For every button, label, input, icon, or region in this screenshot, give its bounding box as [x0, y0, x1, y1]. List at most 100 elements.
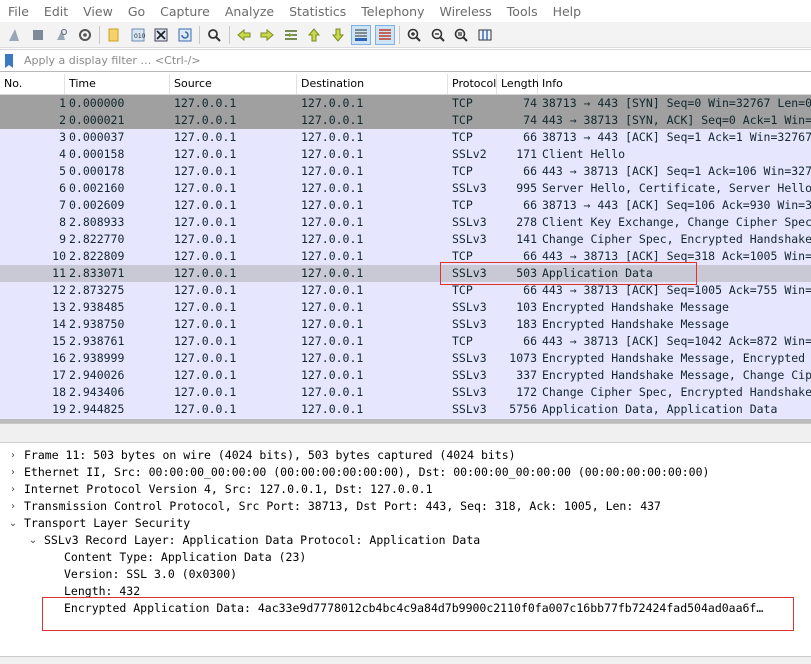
packet-no-cell: 13 [52, 300, 66, 314]
menu-telephony[interactable]: Telephony [353, 4, 431, 19]
detail-row[interactable]: › Internet Protocol Version 4, Src: 127.0… [0, 481, 811, 498]
packet-row[interactable]: 8 2.808933 127.0.0.1 127.0.0.1 SSLv3 278 Clien… [0, 214, 811, 231]
packet-time-cell: 2.938485 [69, 300, 125, 314]
colorize-icon[interactable] [374, 24, 395, 45]
packet-row[interactable]: 9 2.822770 127.0.0.1 127.0.0.1 SSLv3 141 Chang… [0, 231, 811, 248]
go-forward-icon[interactable] [257, 25, 277, 45]
chevron-right-icon[interactable]: › [8, 481, 18, 498]
packet-dst-cell: 127.0.0.1 [301, 334, 364, 348]
detail-row[interactable]: ⌄ Transport Layer Security [0, 515, 811, 532]
find-packet-icon[interactable] [204, 25, 224, 45]
column-header-protocol[interactable]: Protocol [448, 74, 497, 94]
packet-len-cell: 183 [516, 317, 537, 331]
save-file-icon[interactable]: 0101 [128, 25, 148, 45]
menu-analyze[interactable]: Analyze [217, 4, 281, 19]
detail-row[interactable]: Version: SSL 3.0 (0x0300) [0, 566, 811, 583]
column-header-destination[interactable]: Destination [297, 74, 448, 94]
packet-proto-cell: TCP [452, 334, 473, 348]
detail-text: SSLv3 Record Layer: Application Data Pro… [44, 533, 481, 547]
detail-row[interactable]: Encrypted Application Data: 4ac33e9d7778… [0, 600, 811, 617]
packet-row[interactable]: 2 0.000021 127.0.0.1 127.0.0.1 TCP 74 443 → 38… [0, 112, 811, 129]
close-file-icon[interactable] [151, 25, 171, 45]
packet-row[interactable]: 18 2.943406 127.0.0.1 127.0.0.1 SSLv3 172 Chan… [0, 384, 811, 401]
chevron-right-icon[interactable]: › [8, 498, 18, 515]
column-header-length[interactable]: Length [497, 74, 539, 94]
column-header-no[interactable]: No. [0, 74, 65, 94]
packet-no-cell: 4 [59, 147, 66, 161]
menu-file[interactable]: File [0, 4, 36, 19]
packet-len-cell: 74 [523, 113, 537, 127]
autoscroll-icon[interactable] [351, 24, 371, 45]
menu-help[interactable]: Help [545, 4, 589, 19]
zoom-out-icon[interactable] [428, 25, 448, 45]
packet-row[interactable]: 19 2.944825 127.0.0.1 127.0.0.1 SSLv3 5756 App… [0, 401, 811, 418]
packet-info-cell: 443 → 38713 [ACK] Seq=1042 Ack=872 Win= [542, 334, 811, 348]
open-file-icon[interactable] [104, 25, 124, 45]
packet-src-cell: 127.0.0.1 [174, 368, 237, 382]
restart-capture-icon[interactable] [51, 25, 71, 45]
packet-row[interactable]: 12 2.873275 127.0.0.1 127.0.0.1 TCP 66 443 → 3… [0, 282, 811, 299]
chevron-right-icon[interactable]: › [8, 464, 18, 481]
detail-row[interactable]: › Ethernet II, Src: 00:00:00_00:00:00 (00… [0, 464, 811, 481]
detail-row[interactable]: Content Type: Application Data (23) [0, 549, 811, 566]
menu-go[interactable]: Go [120, 4, 152, 19]
column-header-time[interactable]: Time [65, 74, 170, 94]
detail-row[interactable]: ⌄ SSLv3 Record Layer: Application Data Pr… [0, 532, 811, 549]
go-first-icon[interactable] [304, 25, 324, 45]
packet-len-cell: 171 [516, 147, 537, 161]
packet-time-cell: 2.943406 [69, 385, 125, 399]
pane-splitter[interactable] [0, 423, 811, 443]
packet-row[interactable]: 7 0.002609 127.0.0.1 127.0.0.1 TCP 66 38713 → … [0, 197, 811, 214]
stop-capture-icon[interactable] [28, 25, 48, 45]
packet-row[interactable]: 3 0.000037 127.0.0.1 127.0.0.1 TCP 66 38713 → … [0, 129, 811, 146]
go-to-packet-icon[interactable] [281, 25, 301, 45]
detail-text: Transport Layer Security [24, 516, 191, 530]
detail-row[interactable]: › Transmission Control Protocol, Src Port… [0, 498, 811, 515]
packet-row[interactable]: 17 2.940026 127.0.0.1 127.0.0.1 SSLv3 337 Encr… [0, 367, 811, 384]
column-header-info[interactable]: Info [538, 74, 811, 94]
packet-row[interactable]: 11 2.833071 127.0.0.1 127.0.0.1 SSLv3 503 Appl… [0, 265, 811, 282]
packet-row[interactable]: 5 0.000178 127.0.0.1 127.0.0.1 TCP 66 443 → 38… [0, 163, 811, 180]
zoom-normal-icon[interactable] [451, 25, 471, 45]
bookmark-icon[interactable] [4, 53, 20, 69]
capture-options-icon[interactable] [75, 25, 95, 45]
packet-row[interactable]: 1 0.000000 127.0.0.1 127.0.0.1 TCP 74 38713 → … [0, 95, 811, 112]
chevron-down-icon[interactable]: ⌄ [28, 532, 38, 549]
packet-info-cell: 443 → 38713 [ACK] Seq=1005 Ack=755 Win= [542, 283, 811, 297]
detail-row[interactable]: › Frame 11: 503 bytes on wire (4024 bits)… [0, 447, 811, 464]
menu-statistics[interactable]: Statistics [281, 4, 353, 19]
packet-time-cell: 0.000021 [69, 113, 125, 127]
packet-len-cell: 995 [516, 181, 537, 195]
menu-capture[interactable]: Capture [152, 4, 217, 19]
packet-no-cell: 1 [59, 96, 66, 110]
resize-columns-icon[interactable] [475, 25, 495, 45]
menu-view[interactable]: View [75, 4, 120, 19]
chevron-down-icon[interactable]: ⌄ [8, 515, 18, 532]
packet-info-cell: 38713 → 443 [ACK] Seq=1 Ack=1 Win=32767 [542, 130, 811, 144]
packet-proto-cell: TCP [452, 96, 473, 110]
packet-row[interactable]: 16 2.938999 127.0.0.1 127.0.0.1 SSLv3 1073 Enc… [0, 350, 811, 367]
packet-row[interactable]: 14 2.938750 127.0.0.1 127.0.0.1 SSLv3 183 Encr… [0, 316, 811, 333]
packet-row[interactable]: 13 2.938485 127.0.0.1 127.0.0.1 SSLv3 103 Encr… [0, 299, 811, 316]
packet-dst-cell: 127.0.0.1 [301, 147, 364, 161]
packet-dst-cell: 127.0.0.1 [301, 215, 364, 229]
packet-proto-cell: TCP [452, 249, 473, 263]
menu-tools[interactable]: Tools [499, 4, 545, 19]
packet-row[interactable]: 10 2.822809 127.0.0.1 127.0.0.1 TCP 66 443 → 3… [0, 248, 811, 265]
detail-row[interactable]: Length: 432 [0, 583, 811, 600]
column-header-source[interactable]: Source [170, 74, 297, 94]
go-last-icon[interactable] [328, 25, 348, 45]
reload-file-icon[interactable] [175, 25, 195, 45]
menu-edit[interactable]: Edit [36, 4, 75, 19]
chevron-right-icon[interactable]: › [8, 447, 18, 464]
display-filter-input[interactable] [24, 54, 784, 67]
shark-fin-start-icon[interactable] [4, 25, 24, 45]
menu-wireless[interactable]: Wireless [431, 4, 498, 19]
go-back-icon[interactable] [234, 25, 254, 45]
packet-row[interactable]: 4 0.000158 127.0.0.1 127.0.0.1 SSLv2 171 Clien… [0, 146, 811, 163]
packet-src-cell: 127.0.0.1 [174, 232, 237, 246]
packet-no-cell: 8 [59, 215, 66, 229]
zoom-in-icon[interactable] [404, 25, 424, 45]
packet-row[interactable]: 15 2.938761 127.0.0.1 127.0.0.1 TCP 66 443 → 3… [0, 333, 811, 350]
packet-row[interactable]: 6 0.002160 127.0.0.1 127.0.0.1 SSLv3 995 Serve… [0, 180, 811, 197]
